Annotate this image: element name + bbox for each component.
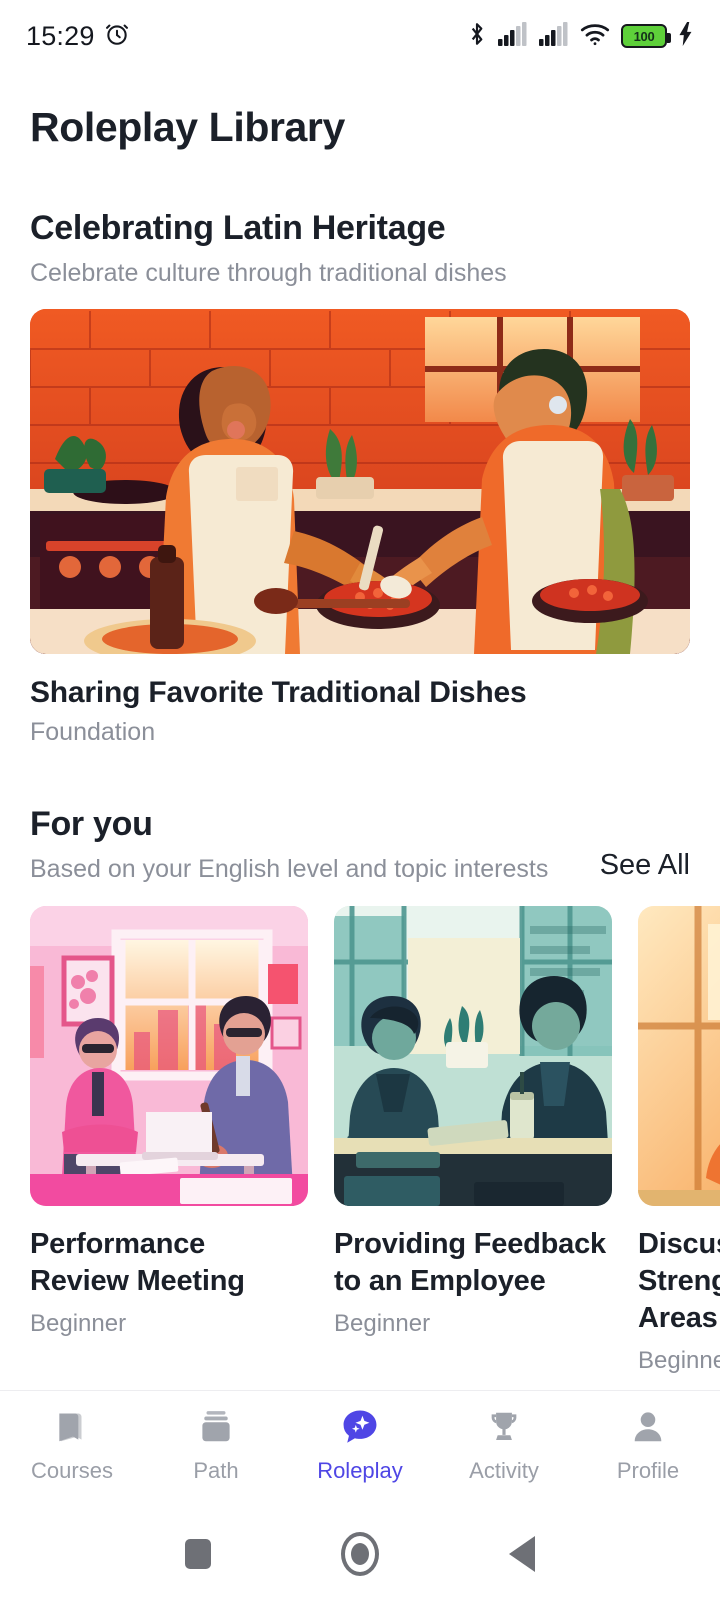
roleplay-card[interactable]: Providing Feedback to an Employee Beginn… (334, 906, 612, 1375)
battery-level-label: 100 (633, 28, 655, 44)
cellular-signal-icon (498, 21, 528, 51)
for-you-section-subtitle: Based on your English level and topic in… (30, 854, 549, 883)
for-you-section-title: For you (30, 804, 153, 843)
featured-card-title: Sharing Favorite Traditional Dishes (30, 675, 527, 709)
tab-roleplay[interactable]: Roleplay (288, 1405, 432, 1484)
tab-profile[interactable]: Profile (576, 1405, 720, 1484)
wifi-icon (580, 22, 610, 51)
app-screen: 15:29 100 Roleplay Library Celebrating L… (0, 0, 720, 1600)
book-icon (53, 1405, 91, 1449)
orange-presentation-illustration (638, 906, 720, 1206)
person-icon (629, 1405, 667, 1449)
status-bar-clock: 15:29 (26, 20, 95, 51)
charging-bolt-icon (678, 21, 694, 51)
featured-section-subtitle: Celebrate culture through traditional di… (30, 259, 507, 287)
system-navigation-bar (0, 1508, 720, 1600)
for-you-section-header: For you Based on your English level and … (30, 805, 690, 885)
tab-activity[interactable]: Activity (432, 1405, 576, 1484)
layers-stack-icon (197, 1405, 235, 1449)
roleplay-card-level: Beginner (638, 1347, 720, 1375)
triangle-back-icon[interactable] (509, 1536, 535, 1572)
roleplay-card-title: Providing Feedback to an Employee (334, 1228, 606, 1298)
status-bar: 15:29 100 (0, 0, 720, 72)
roleplay-card-title: Performance Review Meeting (30, 1228, 245, 1298)
roleplay-card-title: Discussing Strengths and Areas (638, 1228, 720, 1335)
roleplay-card-level: Beginner (30, 1310, 127, 1338)
featured-card-level: Foundation (30, 717, 156, 746)
alarm-clock-icon (104, 21, 130, 52)
tab-label: Roleplay (317, 1458, 403, 1483)
tab-path[interactable]: Path (144, 1405, 288, 1484)
kitchen-illustration (30, 308, 690, 654)
featured-card[interactable]: Sharing Favorite Traditional Dishes Foun… (30, 308, 690, 747)
featured-hero-image[interactable] (30, 308, 690, 654)
see-all-link[interactable]: See All (600, 849, 690, 884)
for-you-subtitle-row: Based on your English level and topic in… (30, 844, 690, 885)
roleplay-card-level: Beginner (334, 1310, 431, 1338)
roleplay-card[interactable]: Discussing Strengths and Areas Beginner (638, 906, 720, 1375)
featured-section: Celebrating Latin Heritage Celebrate cul… (0, 209, 720, 747)
bottom-tab-bar: Courses Path Roleplay Activity Profile (0, 1390, 720, 1508)
circle-home-icon[interactable] (341, 1532, 379, 1576)
tab-label: Path (193, 1458, 239, 1483)
tab-label: Profile (616, 1458, 680, 1483)
featured-section-header: Celebrating Latin Heritage Celebrate cul… (30, 209, 690, 289)
roleplay-card-thumbnail[interactable] (334, 906, 612, 1206)
roleplay-card-thumbnail[interactable] (30, 906, 308, 1206)
for-you-section: For you Based on your English level and … (0, 805, 720, 885)
status-bar-right: 100 (467, 21, 694, 52)
roleplay-card[interactable]: Performance Review Meeting Beginner (30, 906, 308, 1375)
for-you-carousel[interactable]: Performance Review Meeting Beginner Prov… (0, 906, 720, 1375)
page-title: Roleplay Library (30, 104, 345, 150)
status-bar-left: 15:29 (26, 21, 130, 52)
roleplay-card-thumbnail[interactable] (638, 906, 720, 1206)
tab-label: Courses (31, 1458, 113, 1483)
pink-office-illustration (30, 906, 308, 1206)
battery-icon: 100 (621, 24, 671, 48)
cellular-signal-icon (539, 21, 569, 51)
square-recents-icon[interactable] (185, 1539, 211, 1569)
chat-sparkle-icon (339, 1405, 381, 1449)
bluetooth-icon (467, 21, 487, 52)
teal-office-illustration (334, 906, 612, 1206)
scroll-content[interactable]: Roleplay Library Celebrating Latin Herit… (0, 72, 720, 1390)
tab-label: Activity (469, 1458, 539, 1483)
tab-courses[interactable]: Courses (0, 1405, 144, 1484)
trophy-icon (485, 1405, 523, 1449)
featured-section-title: Celebrating Latin Heritage (30, 209, 446, 247)
